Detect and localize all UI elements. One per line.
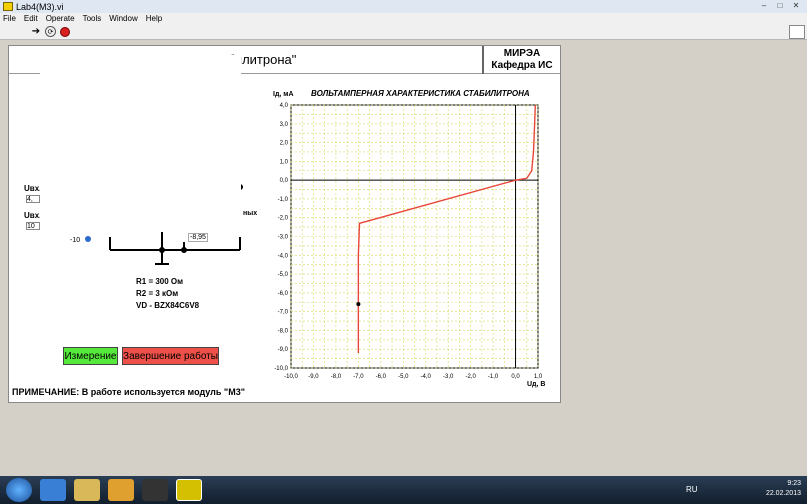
x-tick-label: -4,0 — [421, 374, 432, 380]
abort-button[interactable] — [59, 26, 71, 38]
partial-label: ных — [243, 210, 258, 217]
y-tick-label: -9,0 — [278, 347, 289, 353]
y-tick-label: -8,0 — [278, 328, 289, 334]
x-tick-label: 1,0 — [534, 374, 543, 380]
y-tick-label: -10,0 — [274, 366, 288, 372]
menu-bar: File Edit Operate Tools Window Help — [0, 13, 807, 24]
labview-taskbar-icon[interactable] — [176, 479, 202, 501]
clock-date: 22.02.2013 — [765, 490, 801, 497]
chart-title: ВОЛЬТАМПЕРНАЯ ХАРАКТЕРИСТИКА СТАБИЛИТРОН… — [311, 89, 530, 98]
start-button[interactable] — [6, 478, 32, 502]
y-tick-label: 4,0 — [280, 103, 289, 109]
circuit-parameters: R1 = 300 Ом R2 = 3 кОм VD - BZX84C6V8 — [136, 276, 199, 312]
measurement-point — [356, 302, 361, 307]
taskbar: RU 9:23 22.02.2013 — [0, 476, 807, 504]
uin2-numeric-input[interactable]: 10 — [26, 222, 40, 230]
x-tick-label: -8,0 — [331, 374, 342, 380]
occluding-window — [40, 55, 241, 232]
circuit-fragment — [109, 232, 241, 265]
x-tick-label: -1,0 — [488, 374, 499, 380]
y-tick-label: 1,0 — [280, 159, 289, 165]
context-help-icon[interactable] — [789, 25, 805, 39]
toolbar: ➔ ⟳ — [0, 24, 807, 40]
org-department: Кафедра ИС — [491, 60, 553, 71]
uin1-numeric-input[interactable]: 4, — [26, 195, 40, 203]
window-titlebar: Lab4(M3).vi – □ ✕ — [0, 0, 807, 13]
y-tick-label: 0,0 — [280, 178, 289, 184]
x-tick-label: -9,0 — [308, 374, 319, 380]
knob-min-label: -10 — [70, 237, 81, 244]
uin2-label: Uвх. — [24, 211, 42, 220]
y-tick-label: -4,0 — [278, 253, 289, 259]
menu-operate[interactable]: Operate — [46, 13, 75, 24]
y-tick-label: -1,0 — [278, 197, 289, 203]
minimize-button[interactable]: – — [757, 0, 771, 11]
menu-help[interactable]: Help — [146, 13, 162, 24]
app-icon[interactable] — [142, 479, 168, 501]
menu-file[interactable]: File — [3, 13, 16, 24]
iv-characteristic-chart: -10,0 -9,0 -8,0 -7,0 -6,0 -5,0 -4,0 -3,0 -2,0 -1,… — [274, 103, 543, 380]
uin1-label: Uвх. — [24, 184, 42, 193]
param-vd: VD - BZX84C6V8 — [136, 301, 200, 310]
param-r2: R2 = 3 кОм — [136, 289, 179, 298]
stop-icon — [60, 26, 70, 37]
window-title: Lab4(M3).vi — [16, 1, 64, 12]
menu-tools[interactable]: Tools — [83, 13, 102, 24]
ie-icon[interactable] — [40, 479, 66, 501]
x-tick-label: -7,0 — [353, 374, 364, 380]
explorer-folder-icon[interactable] — [74, 479, 100, 501]
x-tick-label: -2,0 — [465, 374, 476, 380]
y-tick-label: -6,0 — [278, 291, 289, 297]
y-tick-label: 2,0 — [280, 141, 289, 147]
module-note: ПРИМЕЧАНИЕ: В работе используется модуль… — [12, 387, 245, 397]
x-tick-label: 0,0 — [511, 374, 520, 380]
media-player-icon[interactable] — [108, 479, 134, 501]
clock-time: 9:23 — [787, 480, 801, 487]
language-indicator[interactable]: RU — [686, 485, 698, 494]
organization-box: МИРЭА Кафедра ИС — [482, 46, 560, 74]
measure-button[interactable]: Измерение — [63, 347, 118, 365]
system-clock[interactable]: 9:23 22.02.2013 — [766, 479, 801, 499]
x-tick-label: -3,0 — [443, 374, 454, 380]
menu-window[interactable]: Window — [109, 13, 137, 24]
y-tick-label: 3,0 — [280, 122, 289, 128]
run-arrow-icon[interactable]: ➔ — [30, 26, 42, 38]
knob-indicator[interactable] — [85, 236, 91, 242]
y-tick-label: -5,0 — [278, 272, 289, 278]
close-button[interactable]: ✕ — [789, 0, 803, 11]
y-tick-label: -2,0 — [278, 216, 289, 222]
x-tick-label: -10,0 — [284, 374, 298, 380]
exit-button[interactable]: Завершение работы — [122, 347, 219, 365]
x-tick-label: -5,0 — [398, 374, 409, 380]
labview-app-icon — [3, 2, 13, 11]
run-continuously-icon[interactable]: ⟳ — [45, 26, 56, 37]
param-r1: R1 = 300 Ом — [136, 277, 184, 286]
menu-edit[interactable]: Edit — [24, 13, 38, 24]
y-axis-label: Iд, мА — [273, 91, 294, 98]
maximize-button[interactable]: □ — [773, 0, 787, 11]
y-tick-label: -3,0 — [278, 235, 289, 241]
org-name: МИРЭА — [503, 48, 541, 59]
y-tick-label: -7,0 — [278, 310, 289, 316]
x-tick-label: -6,0 — [376, 374, 387, 380]
